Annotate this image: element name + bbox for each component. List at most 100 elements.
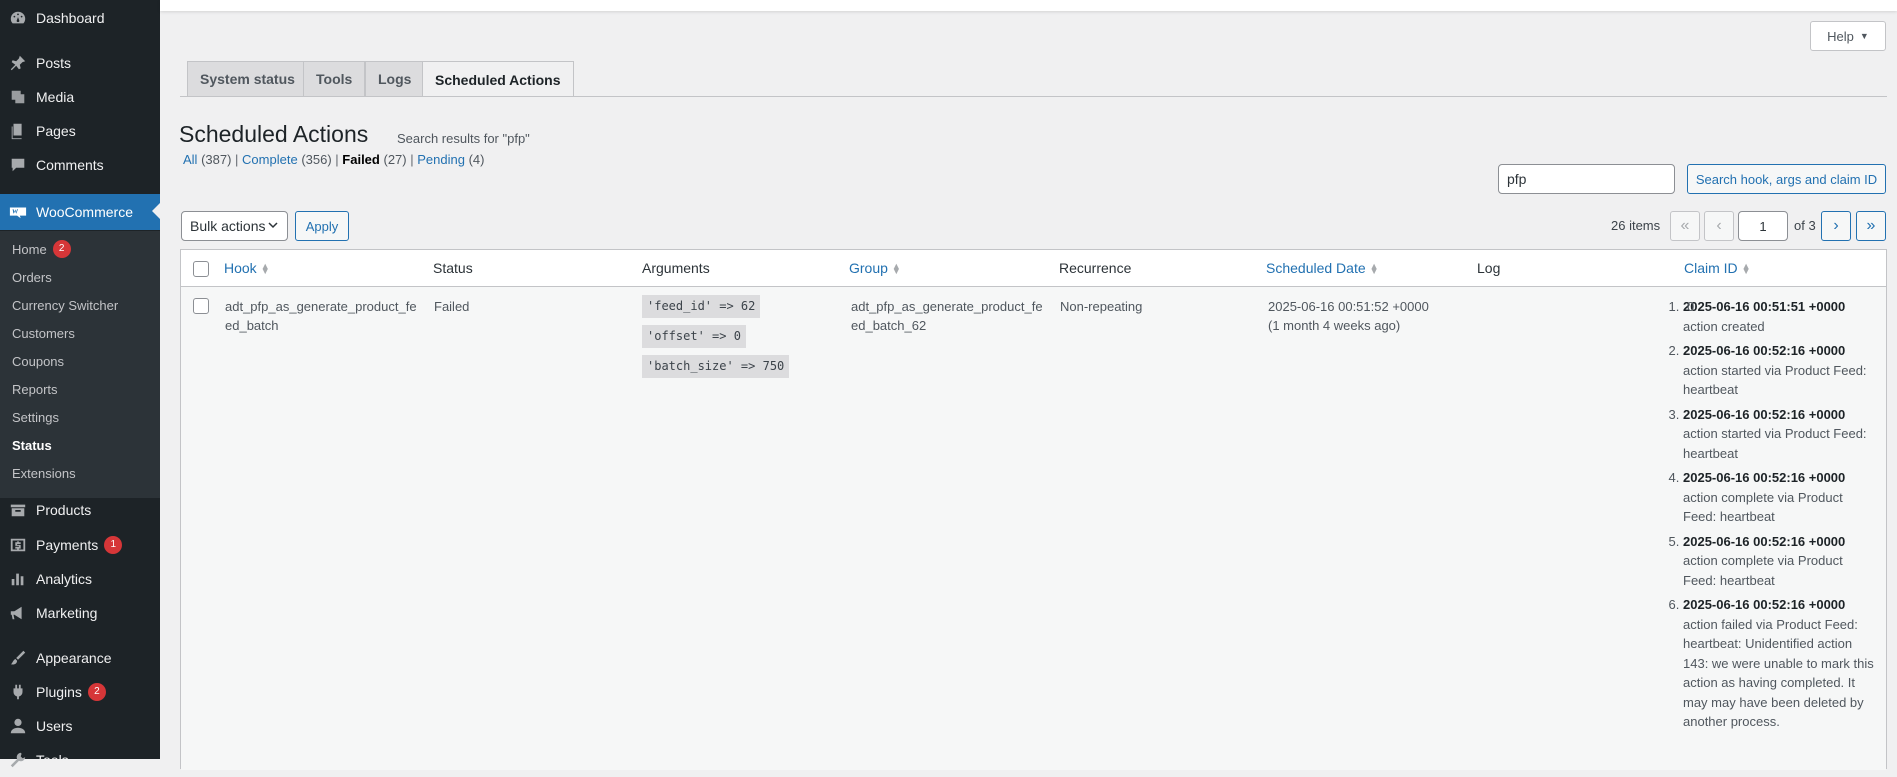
triangle-down-icon: ▼ bbox=[1859, 31, 1869, 41]
notification-badge: 1 bbox=[104, 536, 123, 554]
tab-logs[interactable]: Logs bbox=[365, 61, 425, 96]
column-group[interactable]: Group ▲ ▼ bbox=[849, 260, 901, 276]
row-checkbox[interactable] bbox=[193, 298, 209, 314]
total-pages: of 3 bbox=[1794, 218, 1816, 233]
sort-icon: ▲ ▼ bbox=[1369, 261, 1379, 277]
current-page-input[interactable] bbox=[1738, 211, 1788, 241]
menu-label: Pages bbox=[36, 123, 76, 139]
prev-page-button[interactable]: ‹ bbox=[1704, 211, 1734, 241]
menu-label: Media bbox=[36, 89, 75, 105]
wrench-icon bbox=[0, 751, 36, 769]
menu-marketing[interactable]: Marketing bbox=[0, 596, 160, 630]
submenu-settings[interactable]: Settings bbox=[12, 404, 59, 430]
column-scheduled-date[interactable]: Scheduled Date ▲ ▼ bbox=[1266, 260, 1379, 276]
search-results-subtitle: Search results for "pfp" bbox=[397, 131, 530, 146]
column-recurrence: Recurrence bbox=[1059, 260, 1132, 276]
help-button[interactable]: Help ▼ bbox=[1810, 21, 1886, 51]
dollar-icon bbox=[0, 536, 36, 554]
search-input[interactable] bbox=[1498, 164, 1675, 194]
pin-icon bbox=[0, 54, 36, 72]
scheduled-date-cell: 2025-06-16 00:51:52 +0000 (1 month 4 wee… bbox=[1268, 299, 1429, 333]
hook-cell[interactable]: adt_pfp_as_generate_product_fe ed_batch bbox=[225, 297, 417, 335]
arguments-cell: 'feed_id' => 62 'offset' => 0 'batch_siz… bbox=[642, 295, 790, 385]
menu-plugins[interactable]: Plugins 2 bbox=[0, 675, 160, 709]
log-entry: 2025-06-16 00:52:16 +0000action complete… bbox=[1683, 532, 1878, 591]
column-arguments: Arguments bbox=[642, 260, 710, 276]
menu-label: Appearance bbox=[36, 650, 112, 666]
menu-users[interactable]: Users bbox=[0, 709, 160, 743]
menu-comments[interactable]: Comments bbox=[0, 148, 160, 182]
submenu-orders[interactable]: Orders bbox=[12, 264, 52, 290]
filter-complete[interactable]: Complete bbox=[242, 152, 298, 167]
menu-label: Plugins bbox=[36, 684, 82, 700]
megaphone-icon bbox=[0, 604, 36, 622]
status-filter-links: All (387) | Complete (356) | Failed (27)… bbox=[183, 152, 485, 167]
column-status: Status bbox=[433, 260, 473, 276]
archive-icon bbox=[0, 501, 36, 519]
comment-icon bbox=[0, 156, 36, 174]
last-page-button[interactable]: » bbox=[1856, 211, 1886, 241]
filter-failed[interactable]: Failed bbox=[342, 152, 380, 167]
filter-all[interactable]: All bbox=[183, 152, 197, 167]
submenu-currency-switcher[interactable]: Currency Switcher bbox=[12, 292, 118, 318]
menu-label: Products bbox=[36, 502, 92, 518]
select-all-checkbox[interactable] bbox=[193, 261, 209, 277]
page-title: Scheduled Actions bbox=[179, 121, 369, 147]
submenu-customers[interactable]: Customers bbox=[12, 320, 75, 346]
filter-count: (356) bbox=[301, 152, 332, 167]
table-header: Hook ▲ ▼ Status Arguments Group ▲ ▼ Recurren… bbox=[181, 250, 1886, 287]
filter-count: (4) bbox=[468, 152, 485, 167]
status-cell: Failed bbox=[434, 299, 470, 314]
next-page-button[interactable]: › bbox=[1821, 211, 1851, 241]
submenu-home[interactable]: Home 2 bbox=[12, 236, 71, 262]
apply-button[interactable]: Apply bbox=[295, 211, 349, 241]
plugin-icon bbox=[0, 683, 36, 701]
menu-label: Analytics bbox=[36, 571, 93, 587]
menu-label: Marketing bbox=[36, 605, 98, 621]
tab-scheduled-actions[interactable]: Scheduled Actions bbox=[422, 61, 574, 97]
argument-code: 'offset' => 0 bbox=[642, 325, 746, 348]
log-entry: 2025-06-16 00:52:16 +0000action failed v… bbox=[1683, 595, 1878, 732]
sort-icon: ▲ ▼ bbox=[1741, 261, 1751, 277]
tab-system-status[interactable]: System status bbox=[187, 61, 308, 96]
menu-products[interactable]: Products bbox=[0, 493, 160, 527]
media-icon bbox=[0, 88, 36, 106]
argument-code: 'batch_size' => 750 bbox=[642, 355, 790, 378]
argument-code: 'feed_id' => 62 bbox=[642, 295, 761, 318]
bulk-actions-select[interactable]: Bulk actions bbox=[181, 211, 288, 241]
search-button[interactable]: Search hook, args and claim ID bbox=[1687, 164, 1886, 194]
pages-icon bbox=[0, 122, 36, 140]
filter-count: (27) bbox=[383, 152, 407, 167]
table-row: adt_pfp_as_generate_product_fe ed_batch … bbox=[181, 287, 1886, 770]
log-entry: 2025-06-16 00:52:16 +0000action complete… bbox=[1683, 468, 1878, 527]
sort-icon: ▲ ▼ bbox=[891, 261, 901, 277]
bar-chart-icon bbox=[0, 570, 36, 588]
menu-dashboard[interactable]: Dashboard bbox=[0, 1, 160, 35]
log-entry: 2025-06-16 00:51:51 +0000action created bbox=[1683, 297, 1878, 336]
first-page-button[interactable]: « bbox=[1670, 211, 1700, 241]
submenu-coupons[interactable]: Coupons bbox=[12, 348, 64, 374]
menu-label: Tools bbox=[36, 752, 69, 768]
menu-media[interactable]: Media bbox=[0, 80, 160, 114]
items-count: 26 items bbox=[1611, 218, 1661, 233]
tab-divider bbox=[180, 96, 1887, 97]
submenu-status[interactable]: Status bbox=[12, 432, 52, 458]
menu-pages[interactable]: Pages bbox=[0, 114, 160, 148]
menu-woocommerce[interactable]: WooCommerce bbox=[0, 194, 160, 230]
menu-appearance[interactable]: Appearance bbox=[0, 641, 160, 675]
submenu-reports[interactable]: Reports bbox=[12, 376, 58, 402]
menu-label: Comments bbox=[36, 157, 104, 173]
column-hook[interactable]: Hook ▲ ▼ bbox=[224, 260, 270, 276]
menu-analytics[interactable]: Analytics bbox=[0, 562, 160, 596]
group-cell: adt_pfp_as_generate_product_fe ed_batch_… bbox=[851, 299, 1043, 333]
notification-badge: 2 bbox=[87, 683, 106, 701]
submenu-extensions[interactable]: Extensions bbox=[12, 460, 76, 486]
menu-posts[interactable]: Posts bbox=[0, 46, 160, 80]
tab-tools[interactable]: Tools bbox=[303, 61, 366, 96]
menu-payments[interactable]: Payments 1 bbox=[0, 528, 160, 562]
column-claim-id[interactable]: Claim ID ▲ ▼ bbox=[1684, 260, 1751, 276]
woocommerce-submenu: Home 2 Orders Currency Switcher Customers… bbox=[0, 231, 160, 498]
filter-pending[interactable]: Pending bbox=[417, 152, 465, 167]
paintbrush-icon bbox=[0, 649, 36, 667]
menu-tools[interactable]: Tools bbox=[0, 743, 160, 777]
